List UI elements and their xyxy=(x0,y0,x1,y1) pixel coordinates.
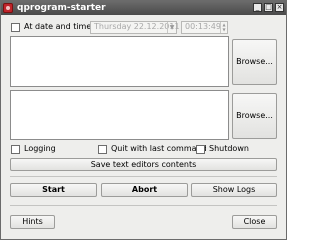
maximize-icon: □ xyxy=(265,3,272,11)
title-bar[interactable]: qprogram-starter _ □ × xyxy=(1,1,286,15)
start-button-label: Start xyxy=(42,185,65,194)
minimize-button[interactable]: _ xyxy=(253,3,262,12)
at-date-time-label: At date and time: xyxy=(24,22,94,31)
hints-button[interactable]: Hints xyxy=(10,215,55,229)
quit-with-last-command-checkbox[interactable] xyxy=(98,145,107,154)
time-value: 00:13:49 xyxy=(185,22,221,31)
start-button[interactable]: Start xyxy=(10,183,97,197)
app-icon[interactable] xyxy=(3,3,13,13)
time-spin-icon[interactable]: ▲ ▼ xyxy=(220,22,227,33)
abort-button-label: Abort xyxy=(131,185,158,194)
maximize-button[interactable]: □ xyxy=(264,3,273,12)
date-dropdown-icon[interactable]: ▼ xyxy=(167,22,176,33)
browse-button-1[interactable]: Browse... xyxy=(232,39,277,85)
close-window-button[interactable]: × xyxy=(275,3,284,12)
shutdown-checkbox[interactable] xyxy=(196,145,205,154)
save-text-editors-label: Save text editors contents xyxy=(90,160,197,169)
command-editor-2[interactable] xyxy=(10,90,229,140)
separator-bottom xyxy=(10,205,277,206)
browse-button-1-label: Browse... xyxy=(236,57,273,66)
logging-checkbox[interactable] xyxy=(11,145,20,154)
show-logs-button-label: Show Logs xyxy=(212,185,256,194)
save-text-editors-button[interactable]: Save text editors contents xyxy=(10,158,277,171)
close-button-label: Close xyxy=(243,217,266,226)
close-button[interactable]: Close xyxy=(232,215,277,229)
hints-button-label: Hints xyxy=(22,217,43,226)
main-window: qprogram-starter _ □ × At date and time:… xyxy=(0,0,287,240)
command-editor-1[interactable] xyxy=(10,36,229,87)
close-icon: × xyxy=(276,3,283,11)
quit-with-last-command-label: Quit with last command xyxy=(111,144,207,153)
show-logs-button[interactable]: Show Logs xyxy=(191,183,277,197)
minimize-icon: _ xyxy=(255,3,260,11)
shutdown-label: Shutdown xyxy=(209,144,249,153)
separator-top xyxy=(10,176,277,177)
browse-button-2[interactable]: Browse... xyxy=(232,93,277,139)
logging-label: Logging xyxy=(24,144,56,153)
window-title: qprogram-starter xyxy=(17,3,106,13)
at-date-time-checkbox[interactable] xyxy=(11,23,20,32)
browse-button-2-label: Browse... xyxy=(236,111,273,120)
time-spinbox[interactable]: 00:13:49 ▲ ▼ xyxy=(181,21,228,34)
abort-button[interactable]: Abort xyxy=(101,183,188,197)
date-picker[interactable]: Thursday 22.12.2011 ▼ xyxy=(90,21,180,34)
